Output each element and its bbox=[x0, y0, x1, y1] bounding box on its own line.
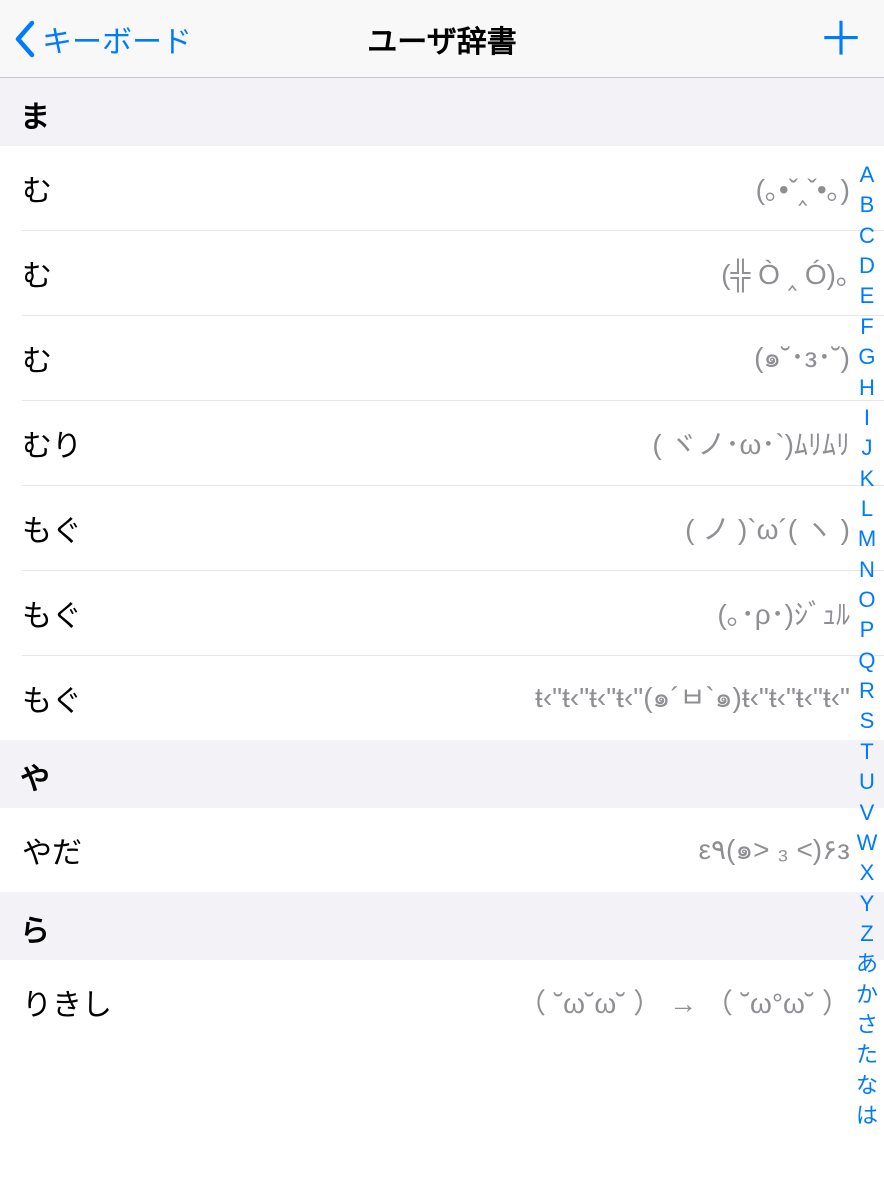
index-letter[interactable]: I bbox=[860, 403, 874, 433]
add-button[interactable]: ＋ bbox=[818, 16, 870, 62]
index-letter[interactable]: E bbox=[856, 281, 879, 311]
section-header-ma: ま bbox=[0, 78, 884, 146]
phrase-text: ε٩(๑> ₃ <)۶з bbox=[699, 828, 851, 872]
index-letter[interactable]: Q bbox=[854, 646, 879, 676]
list-item[interactable]: もぐ ŧ‹"ŧ‹"ŧ‹"ŧ‹"(๑´ㅂ`๑)ŧ‹"ŧ‹"ŧ‹"ŧ‹" bbox=[0, 656, 884, 740]
list-item[interactable]: もぐ ( ノ )`ω´( ヽ ) bbox=[0, 486, 884, 570]
section-header-ra: ら bbox=[0, 892, 884, 960]
shortcut-text: む bbox=[22, 336, 52, 380]
back-label: キーボード bbox=[42, 17, 192, 61]
index-letter[interactable]: A bbox=[856, 160, 879, 190]
index-letter[interactable]: か bbox=[852, 980, 882, 1010]
shortcut-text: む bbox=[22, 166, 52, 210]
index-letter[interactable]: Z bbox=[856, 919, 877, 949]
shortcut-text: もぐ bbox=[22, 591, 82, 635]
index-letter[interactable]: さ bbox=[852, 1010, 882, 1040]
index-letter[interactable]: O bbox=[854, 585, 879, 615]
back-button[interactable]: キーボード bbox=[14, 17, 192, 61]
phrase-text: (｡･ρ･)ｼﾞｭﾙ bbox=[717, 593, 850, 633]
phrase-text: ( ノ )`ω´( ヽ ) bbox=[685, 508, 850, 548]
phrase-text: ( ヾノ･ω･`)ﾑﾘﾑﾘ bbox=[652, 423, 850, 463]
dictionary-list: ま む (｡•ˇ‸ˇ•｡) む (╬ Ò ‸ Ó)｡ む (๑˘･з･˘) むり… bbox=[0, 78, 884, 1200]
shortcut-text: もぐ bbox=[22, 506, 82, 550]
phrase-text: (๑˘･з･˘) bbox=[754, 336, 850, 380]
shortcut-text: もぐ bbox=[22, 676, 82, 720]
section-index[interactable]: A B C D E F G H I J K L M N O P Q R S T … bbox=[852, 160, 882, 1132]
index-letter[interactable]: B bbox=[856, 190, 879, 220]
chevron-left-icon bbox=[14, 20, 36, 58]
index-letter[interactable]: J bbox=[857, 433, 876, 463]
list-item[interactable]: む (｡•ˇ‸ˇ•｡) bbox=[0, 146, 884, 230]
index-letter[interactable]: は bbox=[852, 1101, 882, 1131]
list-item[interactable]: やだ ε٩(๑> ₃ <)۶з bbox=[0, 808, 884, 892]
page-title: ユーザ辞書 bbox=[367, 17, 516, 61]
index-letter[interactable]: N bbox=[855, 555, 879, 585]
index-letter[interactable]: C bbox=[855, 221, 879, 251]
phrase-text: (╬ Ò ‸ Ó)｡ bbox=[721, 253, 850, 293]
shortcut-text: やだ bbox=[22, 828, 82, 872]
index-letter[interactable]: た bbox=[852, 1040, 882, 1070]
index-letter[interactable]: G bbox=[854, 342, 879, 372]
index-letter[interactable]: T bbox=[856, 737, 877, 767]
index-letter[interactable]: M bbox=[854, 524, 880, 554]
index-letter[interactable]: K bbox=[856, 464, 879, 494]
phrase-text: (｡•ˇ‸ˇ•｡) bbox=[756, 168, 850, 208]
nav-bar: キーボード ユーザ辞書 ＋ bbox=[0, 0, 884, 78]
index-letter[interactable]: V bbox=[856, 798, 879, 828]
index-letter[interactable]: R bbox=[855, 676, 879, 706]
index-letter[interactable]: F bbox=[856, 312, 877, 342]
list-item[interactable]: む (๑˘･з･˘) bbox=[0, 316, 884, 400]
index-letter[interactable]: D bbox=[855, 251, 879, 281]
shortcut-text: むり bbox=[22, 421, 82, 465]
plus-icon: ＋ bbox=[818, 13, 864, 65]
section-header-ya: や bbox=[0, 740, 884, 808]
index-letter[interactable]: U bbox=[855, 767, 879, 797]
shortcut-text: む bbox=[22, 251, 52, 295]
shortcut-text: りきし bbox=[22, 980, 112, 1024]
index-letter[interactable]: W bbox=[853, 828, 882, 858]
list-item[interactable]: りきし （ ˘ω˘ω˘ ） → （ ˘ω°ω˘ ） bbox=[0, 960, 884, 1044]
phrase-text: （ ˘ω˘ω˘ ） → （ ˘ω°ω˘ ） bbox=[518, 982, 850, 1022]
index-letter[interactable]: あ bbox=[852, 949, 882, 979]
index-letter[interactable]: Y bbox=[856, 889, 879, 919]
list-item[interactable]: むり ( ヾノ･ω･`)ﾑﾘﾑﾘ bbox=[0, 401, 884, 485]
list-item[interactable]: もぐ (｡･ρ･)ｼﾞｭﾙ bbox=[0, 571, 884, 655]
index-letter[interactable]: X bbox=[856, 858, 879, 888]
index-letter[interactable]: L bbox=[857, 494, 877, 524]
index-letter[interactable]: P bbox=[856, 615, 879, 645]
index-letter[interactable]: H bbox=[855, 373, 879, 403]
list-item[interactable]: む (╬ Ò ‸ Ó)｡ bbox=[0, 231, 884, 315]
index-letter[interactable]: S bbox=[856, 706, 879, 736]
index-letter[interactable]: な bbox=[852, 1071, 882, 1101]
phrase-text: ŧ‹"ŧ‹"ŧ‹"ŧ‹"(๑´ㅂ`๑)ŧ‹"ŧ‹"ŧ‹"ŧ‹" bbox=[535, 676, 850, 720]
